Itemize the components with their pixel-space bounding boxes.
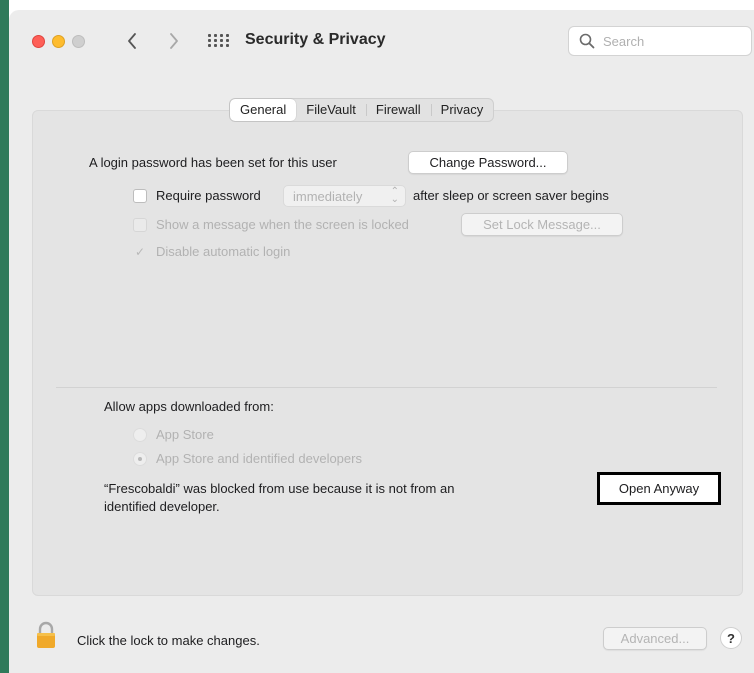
show-all-grid-icon[interactable] (208, 34, 229, 48)
radio-app-store-identified-label: App Store and identified developers (156, 451, 362, 466)
tab-bar: General FileVault Firewall Privacy (229, 98, 495, 122)
advanced-button[interactable]: Advanced... (603, 627, 707, 650)
require-password-interval-popup[interactable]: immediately ⌃ ⌄ (283, 185, 406, 207)
radio-app-store-identified[interactable] (133, 452, 147, 466)
require-password-interval-value: immediately (293, 188, 363, 204)
forward-button[interactable] (162, 26, 186, 56)
title-bar: Security & Privacy (9, 10, 754, 72)
lock-icon[interactable] (36, 621, 56, 649)
tab-filevault[interactable]: FileVault (296, 99, 366, 121)
updown-chevron-icon: ⌃ ⌄ (390, 186, 399, 205)
blocked-message-line1: “Frescobaldi” was blocked from use becau… (104, 481, 455, 496)
minimize-window-button[interactable] (52, 35, 65, 48)
require-password-label: Require password (156, 188, 261, 203)
system-preferences-window: Security & Privacy General FileVault Fir… (9, 10, 754, 673)
radio-app-store[interactable] (133, 428, 147, 442)
help-button[interactable]: ? (720, 627, 742, 649)
show-message-checkbox[interactable] (133, 218, 147, 232)
background-window-edge (0, 0, 9, 673)
window-title: Security & Privacy (245, 31, 386, 48)
set-lock-message-button[interactable]: Set Lock Message... (461, 213, 623, 236)
back-button[interactable] (120, 26, 144, 56)
tab-firewall[interactable]: Firewall (365, 99, 431, 121)
login-password-text: A login password has been set for this u… (89, 155, 337, 170)
search-input[interactable] (601, 32, 725, 50)
allow-apps-heading: Allow apps downloaded from: (104, 399, 274, 414)
chevron-right-icon (170, 33, 178, 49)
disable-auto-login-label: Disable automatic login (156, 244, 291, 259)
radio-app-store-label: App Store (156, 427, 214, 442)
chevron-left-icon (128, 33, 136, 49)
open-anyway-button[interactable]: Open Anyway (597, 472, 721, 505)
blocked-message-line2: identified developer. (104, 499, 220, 514)
require-password-suffix: after sleep or screen saver begins (413, 188, 609, 203)
search-field[interactable] (568, 26, 752, 56)
require-password-checkbox[interactable] (133, 189, 147, 203)
search-icon (579, 33, 595, 49)
checkmark-icon[interactable]: ✓ (135, 245, 145, 259)
general-panel: A login password has been set for this u… (32, 110, 743, 596)
change-password-button[interactable]: Change Password... (408, 151, 568, 174)
tab-general[interactable]: General (230, 99, 297, 121)
tab-privacy[interactable]: Privacy (430, 99, 494, 121)
lock-hint-text: Click the lock to make changes. (77, 633, 260, 648)
zoom-window-button[interactable] (72, 35, 85, 48)
section-divider (56, 387, 717, 388)
close-window-button[interactable] (32, 35, 45, 48)
show-message-label: Show a message when the screen is locked (156, 217, 409, 232)
